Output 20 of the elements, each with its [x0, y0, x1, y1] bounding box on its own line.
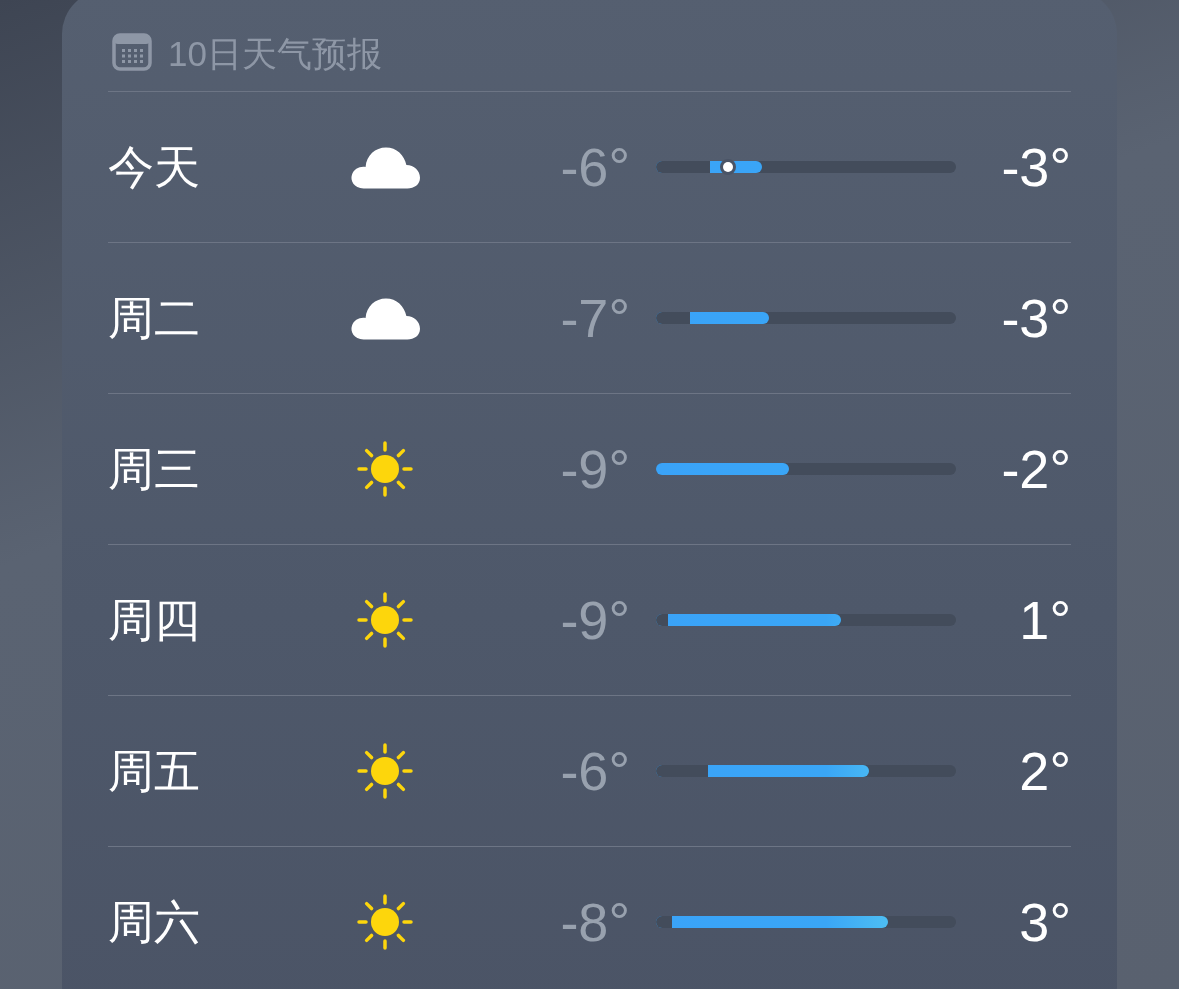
low-temperature: -9° [559, 442, 630, 496]
high-temperature: -3° [1000, 291, 1071, 345]
low-temperature: -6° [559, 744, 630, 798]
day-label: 周二 [108, 295, 201, 341]
day-label: 周六 [108, 899, 201, 945]
day-label: 周四 [108, 597, 201, 643]
high-temperature: 2° [1018, 744, 1071, 798]
forecast-title: 10日天气预报 [168, 36, 382, 71]
day-label: 今天 [108, 144, 201, 190]
high-temperature: -3° [1000, 140, 1071, 194]
low-temperature: -9° [559, 593, 630, 647]
low-temperature: -8° [559, 895, 630, 949]
low-temperature: -6° [559, 140, 630, 194]
calendar-icon [112, 33, 152, 71]
day-label: 周五 [108, 748, 201, 794]
high-temperature: -2° [1000, 442, 1071, 496]
high-temperature: 3° [1018, 895, 1071, 949]
low-temperature: -7° [559, 291, 630, 345]
high-temperature: 1° [1018, 593, 1071, 647]
day-label: 周三 [108, 446, 201, 492]
